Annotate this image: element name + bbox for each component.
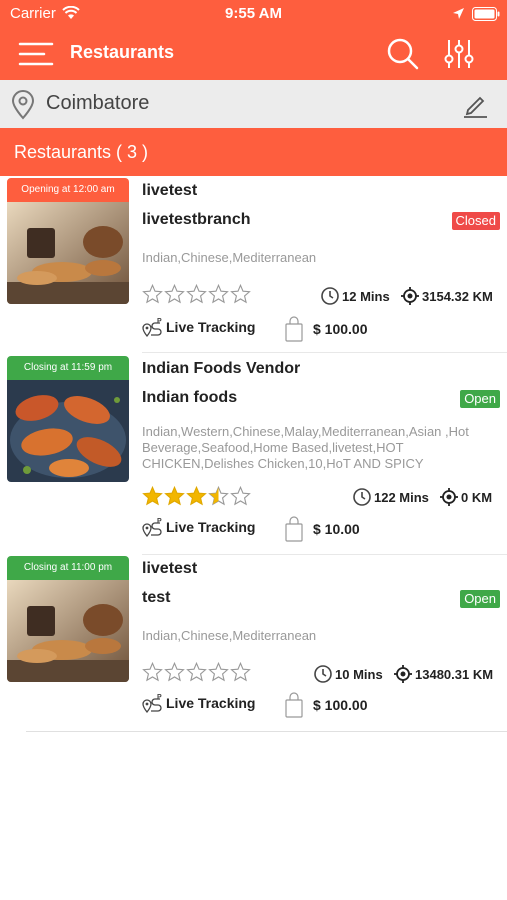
- star-full-icon: [186, 485, 207, 506]
- status-badge: Closed: [451, 212, 500, 230]
- delivery-time: 12 Mins: [320, 286, 390, 306]
- status-badge: Open: [460, 390, 500, 408]
- delivery-time-value: 12 Mins: [342, 289, 390, 304]
- restaurant-card[interactable]: Opening at 12:00 am livetest livetestbra…: [0, 176, 507, 354]
- filter-sliders-icon[interactable]: [442, 37, 476, 76]
- min-order-value: $ 100.00: [313, 697, 368, 713]
- star-empty-icon: [208, 661, 229, 682]
- search-icon[interactable]: [386, 37, 420, 76]
- battery-icon: [472, 7, 500, 26]
- restaurant-thumbnail: Closing at 11:00 pm: [7, 556, 129, 682]
- distance-value: 0 KM: [461, 490, 493, 505]
- star-empty-icon: [208, 283, 229, 304]
- live-tracking-label: Live Tracking: [166, 319, 256, 335]
- star-empty-icon: [186, 661, 207, 682]
- restaurant-branch: test: [142, 589, 171, 606]
- food-image: [7, 202, 129, 304]
- shopping-bag-icon: [285, 316, 303, 342]
- status-bar: Carrier 9:55 AM: [0, 0, 507, 28]
- rating-stars: [142, 661, 252, 687]
- card-divider: [142, 352, 507, 353]
- rating-stars: [142, 283, 252, 309]
- delivery-time: 122 Mins: [352, 487, 429, 507]
- hours-badge: Closing at 11:59 pm: [7, 356, 129, 380]
- star-half-icon: [208, 485, 229, 506]
- route-icon: P: [142, 518, 162, 538]
- restaurant-card[interactable]: Closing at 11:00 pm livetest test Open I…: [0, 554, 507, 732]
- restaurants-count-label: Restaurants ( 3 ): [14, 142, 149, 162]
- shopping-bag-icon: [285, 692, 303, 718]
- shopping-bag-icon: [285, 516, 303, 542]
- star-empty-icon: [142, 283, 163, 304]
- page-title: Restaurants: [70, 42, 175, 62]
- restaurant-branch: livetestbranch: [142, 211, 251, 228]
- route-icon: P: [142, 694, 162, 714]
- restaurant-thumbnail: Opening at 12:00 am: [7, 178, 129, 304]
- food-image: [7, 380, 129, 482]
- edit-pencil-icon[interactable]: [460, 90, 490, 125]
- live-tracking[interactable]: P Live Tracking: [142, 316, 255, 338]
- star-empty-icon: [230, 283, 251, 304]
- star-full-icon: [142, 485, 163, 506]
- location-pin-icon: [10, 90, 36, 125]
- min-order-value: $ 10.00: [313, 521, 360, 537]
- location-bar[interactable]: Coimbatore: [0, 80, 507, 128]
- clock-icon: [321, 287, 339, 305]
- restaurant-card[interactable]: Closing at 11:59 pm Indian Foods Vendor …: [0, 354, 507, 542]
- distance-value: 13480.31 KM: [415, 667, 494, 682]
- minimum-order: $ 100.00: [285, 692, 368, 718]
- star-empty-icon: [230, 485, 251, 506]
- location-arrow-icon: [452, 7, 465, 25]
- star-empty-icon: [164, 283, 185, 304]
- hamburger-menu-icon[interactable]: [16, 40, 56, 73]
- distance-value: 3154.32 KM: [422, 289, 493, 304]
- star-empty-icon: [186, 283, 207, 304]
- distance: 3154.32 KM: [400, 286, 493, 306]
- star-full-icon: [164, 485, 185, 506]
- cuisine-list: Indian,Chinese,Mediterranean: [142, 250, 317, 265]
- hours-badge: Opening at 12:00 am: [7, 178, 129, 202]
- restaurant-name: livetest: [142, 182, 198, 199]
- restaurant-branch: Indian foods: [142, 389, 238, 406]
- delivery-time-value: 10 Mins: [335, 667, 383, 682]
- distance: 0 KM: [439, 487, 492, 507]
- clock-icon: [314, 665, 332, 683]
- restaurant-thumbnail: Closing at 11:59 pm: [7, 356, 129, 482]
- status-badge: Open: [460, 590, 500, 608]
- minimum-order: $ 100.00: [285, 316, 368, 342]
- min-order-value: $ 100.00: [313, 321, 368, 337]
- delivery-time-value: 122 Mins: [374, 490, 429, 505]
- clock-icon: [353, 488, 371, 506]
- star-empty-icon: [142, 661, 163, 682]
- live-tracking-label: Live Tracking: [166, 519, 256, 535]
- restaurant-name: Indian Foods Vendor: [142, 360, 301, 377]
- star-empty-icon: [164, 661, 185, 682]
- nav-bar: Restaurants: [0, 28, 507, 80]
- svg-text:P: P: [157, 694, 162, 701]
- restaurants-count-bar: Restaurants ( 3 ): [0, 128, 507, 176]
- distance: 13480.31 KM: [393, 664, 493, 684]
- target-icon: [394, 665, 412, 683]
- current-city: Coimbatore: [46, 92, 150, 114]
- hours-badge: Closing at 11:00 pm: [7, 556, 129, 580]
- status-time: 9:55 AM: [225, 5, 282, 22]
- svg-text:P: P: [157, 518, 162, 525]
- live-tracking[interactable]: P Live Tracking: [142, 516, 255, 538]
- food-image: [7, 580, 129, 682]
- restaurant-name: livetest: [142, 560, 198, 577]
- minimum-order: $ 10.00: [285, 516, 360, 542]
- delivery-time: 10 Mins: [313, 664, 383, 684]
- cuisine-list: Indian,Western,Chinese,Malay,Mediterrane…: [142, 424, 469, 471]
- live-tracking-label: Live Tracking: [166, 695, 256, 711]
- target-icon: [401, 287, 419, 305]
- list-end-divider: [26, 731, 507, 732]
- svg-text:P: P: [157, 318, 162, 325]
- route-icon: P: [142, 318, 162, 338]
- target-icon: [440, 488, 458, 506]
- rating-stars: [142, 485, 252, 511]
- star-empty-icon: [230, 661, 251, 682]
- cuisine-list: Indian,Chinese,Mediterranean: [142, 628, 317, 643]
- live-tracking[interactable]: P Live Tracking: [142, 692, 255, 714]
